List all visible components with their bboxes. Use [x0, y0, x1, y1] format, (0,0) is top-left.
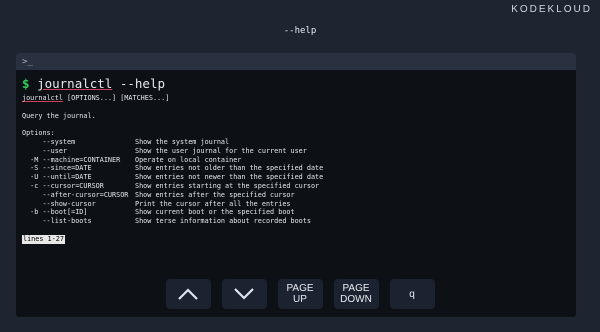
option-flag: -c --cursor=CURSOR	[22, 181, 104, 190]
pager-status: lines 1-27	[22, 234, 65, 244]
chevron-down-icon	[234, 288, 254, 300]
options-header: Options:	[22, 129, 55, 138]
usage-args: [OPTIONS...] [MATCHES...]	[62, 94, 170, 102]
option-description: Show the user journal for the current us…	[135, 146, 307, 155]
usage-line: journalctl [OPTIONS...] [MATCHES...]	[22, 94, 570, 103]
scroll-down-button[interactable]	[221, 279, 267, 309]
usage-command: journalctl	[22, 94, 63, 102]
option-description: Show the system journal	[135, 137, 230, 146]
terminal-prompt-icon: >_	[22, 56, 33, 67]
option-row: --list-boots Show terse information about…	[22, 217, 570, 226]
quit-button[interactable]: q	[389, 279, 435, 309]
option-description: Show entries starting at the specified c…	[135, 181, 320, 190]
terminal-output: $ journalctl --help journalctl [OPTIONS.…	[16, 70, 576, 244]
option-row: --system Show the system journal	[22, 138, 570, 147]
option-row: -c --cursor=CURSOR Show entries starting …	[22, 182, 570, 191]
quit-label: q	[409, 288, 415, 300]
option-flag: -S --since=DATE	[22, 164, 92, 173]
option-description: Show entries not older than the specifie…	[135, 164, 324, 173]
option-row: --show-cursor Print the cursor after all …	[22, 200, 570, 209]
page-up-label-1: PAGE	[286, 283, 314, 294]
kodekloud-logo: KODEKLOUD	[511, 4, 592, 15]
option-row: -b --boot[=ID] Show current boot or the s…	[22, 208, 570, 217]
chevron-up-icon	[178, 288, 198, 300]
scroll-up-button[interactable]	[165, 279, 211, 309]
option-flag: --system	[22, 137, 76, 146]
option-description: Print the cursor after all the entries	[135, 199, 291, 208]
option-flag: --after-cursor=CURSOR	[22, 190, 129, 199]
option-flag: --list-boots	[22, 217, 92, 226]
option-row: -S --since=DATE Show entries not older th…	[22, 164, 570, 173]
command-name: journalctl	[37, 76, 113, 91]
option-flag: -b --boot[=ID]	[22, 208, 88, 217]
option-description: Operate on local container	[135, 155, 242, 164]
command-args: --help	[112, 76, 166, 91]
option-row: -U --until=DATE Show entries not newer th…	[22, 173, 570, 182]
slide-title: --help	[283, 26, 317, 36]
option-row: --after-cursor=CURSOR Show entries after …	[22, 191, 570, 200]
option-flag: -M --machine=CONTAINER	[22, 155, 121, 164]
option-description: Show current boot or the specified boot	[135, 208, 295, 217]
option-description: Show entries after the specified cursor	[135, 190, 295, 199]
page-down-label-1: PAGE	[342, 283, 370, 294]
page-up-button[interactable]: PAGE UP	[277, 279, 323, 309]
option-description: Show entries not newer than the specifie…	[135, 173, 324, 182]
description-line: Query the journal.	[22, 111, 96, 120]
option-flag: --user	[22, 146, 68, 155]
option-row: -M --machine=CONTAINER Operate on local c…	[22, 156, 570, 165]
page-up-label-2: UP	[293, 294, 307, 305]
pager-controls: PAGE UP PAGE DOWN q	[0, 279, 600, 309]
command-prompt: $	[22, 76, 30, 91]
terminal-window: >_ $ journalctl --help journalctl [OPTIO…	[16, 53, 576, 317]
terminal-title-bar: >_	[16, 53, 576, 70]
option-flag: --show-cursor	[22, 199, 96, 208]
option-row: --user Show the user journal for the curr…	[22, 147, 570, 156]
options-list: --system Show the system journal --user Sh…	[22, 138, 570, 226]
command-line: $ journalctl --help	[22, 76, 570, 92]
option-flag: -U --until=DATE	[22, 173, 92, 182]
option-description: Show terse information about recorded bo…	[135, 217, 311, 226]
page-down-button[interactable]: PAGE DOWN	[333, 279, 379, 309]
page-down-label-2: DOWN	[340, 294, 372, 305]
